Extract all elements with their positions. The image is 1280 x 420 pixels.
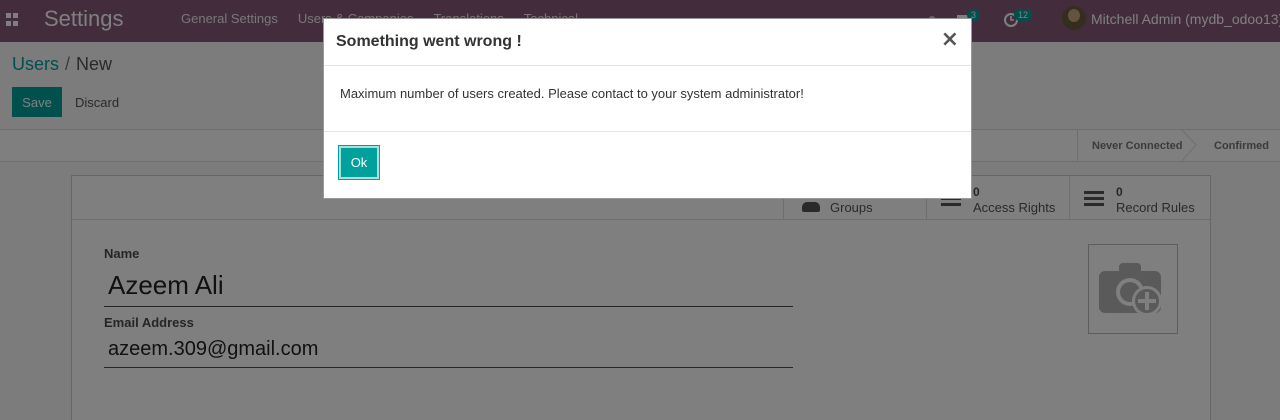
ok-button[interactable]: Ok: [339, 146, 379, 179]
dialog-message: Maximum number of users created. Please …: [340, 86, 804, 101]
dialog-body: Maximum number of users created. Please …: [324, 66, 971, 131]
close-icon[interactable]: ×: [941, 29, 959, 51]
dialog-footer: Ok: [324, 131, 971, 198]
error-dialog: Something went wrong ! × Maximum number …: [323, 18, 972, 199]
dialog-header: Something went wrong ! ×: [324, 19, 971, 66]
dialog-title: Something went wrong !: [336, 33, 522, 50]
